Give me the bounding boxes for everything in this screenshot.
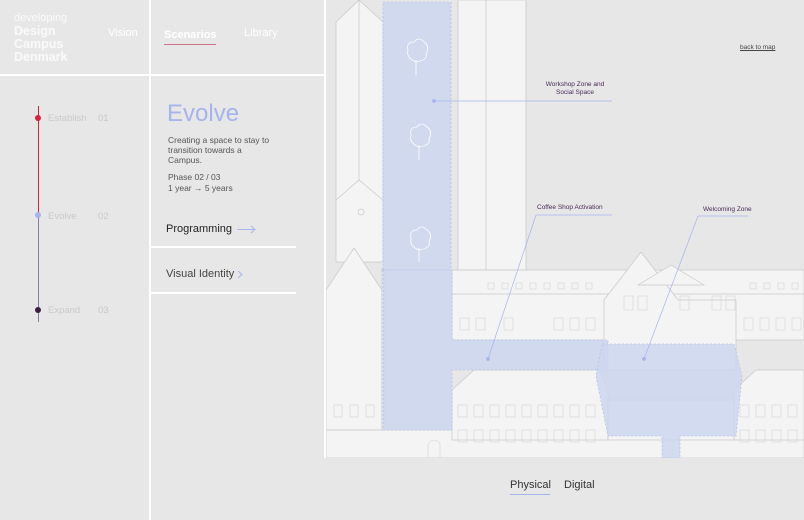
timeline-label-expand[interactable]: Expand: [48, 305, 80, 316]
timeline-number-expand: 03: [98, 305, 109, 316]
menu-visual-identity[interactable]: Visual Identity: [166, 268, 234, 280]
map-label-workshop[interactable]: Workshop Zone and Social Space: [540, 81, 610, 96]
divider-header: [0, 74, 324, 76]
scenario-description: Creating a space to stay to transition t…: [168, 135, 270, 165]
nav-active-underline: [164, 44, 216, 45]
scenario-phase-block: Phase 02 / 03 1 year → 5 years: [168, 172, 233, 193]
map-label-coffee[interactable]: Coffee Shop Activation: [537, 204, 603, 211]
divider-menu-2: [151, 292, 296, 294]
map-label-workshop-line1: Workshop Zone and: [545, 81, 605, 88]
timeline-segment-evolve: [38, 214, 39, 322]
back-to-map-link[interactable]: back to map: [740, 44, 775, 51]
nav-library[interactable]: Library: [244, 27, 278, 39]
nav-scenarios[interactable]: Scenarios: [164, 29, 217, 41]
arrow-right-long-icon: [237, 225, 256, 234]
logo-line-developing: developing: [14, 12, 68, 24]
campus-map-illustration: [326, 0, 804, 458]
divider-vertical-left: [149, 0, 151, 520]
timeline-number-establish: 01: [98, 113, 109, 124]
map-label-welcoming[interactable]: Welcoming Zone: [703, 206, 752, 213]
logo-line-denmark: Denmark: [14, 50, 68, 64]
site-logo[interactable]: developing Design Campus Denmark: [14, 10, 68, 64]
menu-programming[interactable]: Programming: [166, 223, 232, 235]
timeline-dot-establish[interactable]: [35, 115, 41, 121]
timeline-dot-evolve[interactable]: [35, 212, 41, 218]
divider-menu-1: [151, 246, 296, 248]
tab-digital[interactable]: Digital: [564, 479, 595, 491]
map-label-workshop-line2: Social Space: [556, 88, 594, 96]
timeline-label-establish[interactable]: Establish: [48, 113, 87, 124]
chevron-right-icon: [237, 270, 243, 279]
tab-physical-underline: [510, 494, 550, 495]
tab-physical[interactable]: Physical: [510, 479, 551, 491]
timeline-label-evolve[interactable]: Evolve: [48, 211, 77, 222]
timeline-number-evolve: 02: [98, 211, 109, 222]
timeline-dot-expand[interactable]: [35, 307, 41, 313]
scenario-phase: Phase 02 / 03: [168, 172, 221, 182]
scenario-title: Evolve: [167, 100, 240, 127]
nav-vision[interactable]: Vision: [108, 27, 138, 39]
scenario-duration: 1 year → 5 years: [168, 182, 233, 193]
timeline-segment-establish: [38, 106, 39, 214]
